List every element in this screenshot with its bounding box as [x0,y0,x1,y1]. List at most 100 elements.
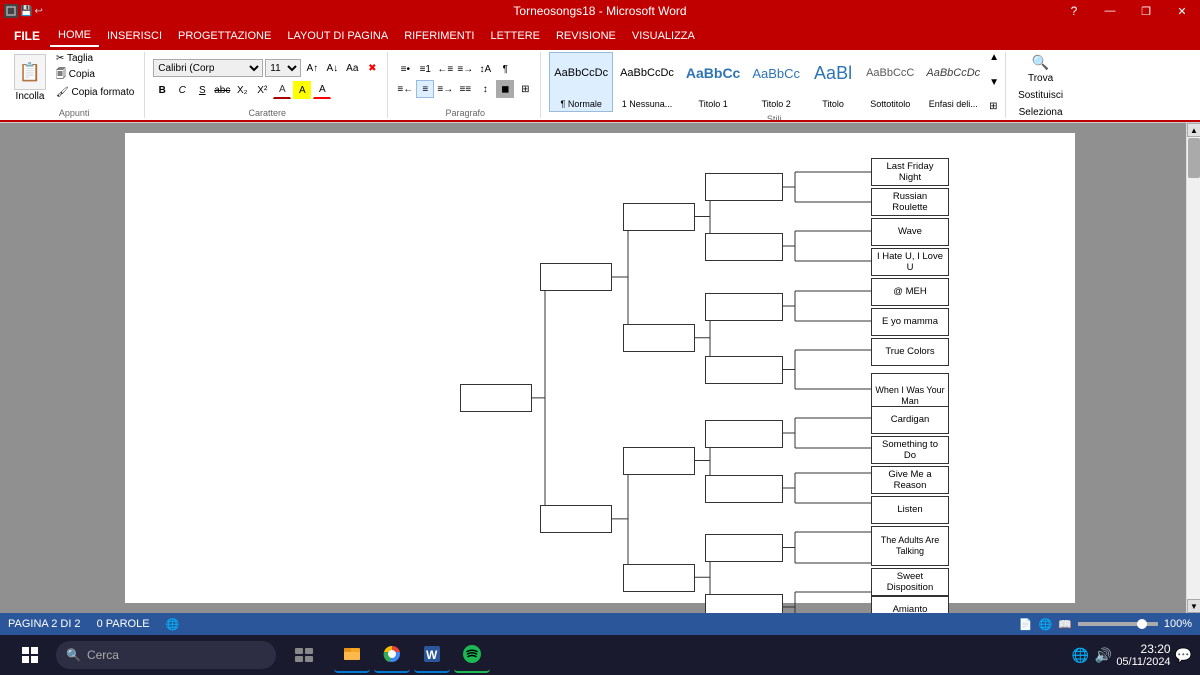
shrink-font-btn[interactable]: A↓ [323,59,341,77]
final-box [460,384,532,412]
start-button[interactable] [8,637,52,673]
page-count: PAGINA 2 DI 2 [8,618,81,630]
modifica-group: 🔍 Trova Sostituisci Seleziona Modifica [1008,52,1073,118]
window-controls[interactable]: ? — ❐ ✕ [1056,0,1200,22]
indent-decrease-btn[interactable]: ←≡ [436,60,454,78]
document-area[interactable]: Last Friday Night Russian Roulette Wave … [0,123,1200,613]
file-menu[interactable]: FILE [4,27,50,45]
borders-btn[interactable]: ⊞ [516,80,534,98]
r4-box-2 [540,505,612,533]
italic-btn[interactable]: C [173,81,191,99]
paragraph-group: ≡• ≡1 ←≡ ≡→ ↕A ¶ ≡← ≡ ≡→ ≡≡ ↕ ◼ ⊞ Paragr [390,52,541,118]
indent-increase-btn[interactable]: ≡→ [456,60,474,78]
cut-button[interactable]: ✂ Taglia [52,52,138,65]
styles-scroll-down[interactable]: ▼ [989,77,999,88]
subscript-btn[interactable]: X₂ [233,81,251,99]
styles-expand[interactable]: ⊞ [989,101,999,112]
underline-btn[interactable]: S [193,81,211,99]
style-enfasi[interactable]: AaBbCcDc Enfasi deli... [921,52,985,112]
style-titolo1[interactable]: AaBbCc Titolo 1 [681,52,745,112]
r2-box-6 [705,475,783,503]
justify-btn[interactable]: ≡≡ [456,80,474,98]
styles-scroll-up[interactable]: ▲ [989,52,999,63]
layout-menu[interactable]: LAYOUT DI PAGINA [279,26,396,46]
align-right-btn[interactable]: ≡→ [436,80,454,98]
case-btn[interactable]: Aa [343,59,361,77]
taskbar-clock[interactable]: 23:20 05/11/2024 [1116,642,1170,668]
style-sottotitolo[interactable]: AaBbCcC Sottotitolo [861,52,919,112]
minimize-btn[interactable]: — [1092,0,1128,22]
spotify-btn[interactable] [454,637,490,673]
highlight-btn[interactable]: A [293,81,311,99]
align-left-btn[interactable]: ≡← [396,80,414,98]
word-btn[interactable]: W [414,637,450,673]
home-menu[interactable]: HOME [50,25,99,47]
lettere-menu[interactable]: LETTERE [482,26,548,46]
bullets-btn[interactable]: ≡• [396,60,414,78]
style-nessuna[interactable]: AaBbCcDc 1 Nessuna... [615,52,679,112]
zoom-thumb[interactable] [1137,619,1147,629]
font-color-btn[interactable]: A [273,81,291,99]
paragraph-label: Paragrafo [446,108,486,118]
network-icon[interactable]: 🌐 [1071,647,1088,664]
r2-box-4 [705,356,783,384]
explorer-btn[interactable] [334,637,370,673]
format-button[interactable]: 🖌 Copia formato [52,86,138,99]
clear-format-btn[interactable]: ✖ [363,59,381,77]
font-top-row: Calibri (Corp 11 A↑ A↓ Aa ✖ [153,59,381,77]
notification-btn[interactable]: 💬 [1175,647,1192,664]
clipboard-group: 📋 Incolla ✂ Taglia 🗐 Copia 🖌 Copia forma… [4,52,145,118]
grow-font-btn[interactable]: A↑ [303,59,321,77]
style-titolo2[interactable]: AaBbCc Titolo 2 [747,52,805,112]
line-spacing-btn[interactable]: ↕ [476,80,494,98]
close-btn[interactable]: ✕ [1164,0,1200,22]
inserisci-menu[interactable]: INSERISCI [99,26,170,46]
vertical-scrollbar[interactable]: ▲ ▼ [1186,123,1200,613]
scroll-up-arrow[interactable]: ▲ [1187,123,1200,137]
sort-btn[interactable]: ↕A [476,60,494,78]
zoom-percent[interactable]: 100% [1164,618,1192,630]
taskbar-search[interactable]: 🔍 Cerca [56,641,276,669]
view-read-btn[interactable]: 📖 [1058,618,1072,631]
paste-icon: 📋 [14,54,46,90]
task-view-btn[interactable] [284,637,324,673]
scroll-thumb[interactable] [1188,138,1200,178]
font-group: Calibri (Corp 11 A↑ A↓ Aa ✖ B C S abc X₂ [147,52,388,118]
find-button[interactable]: 🔍 Trova [1014,52,1067,86]
font-name-selector[interactable]: Calibri (Corp [153,59,263,77]
language-icon[interactable]: 🌐 [166,618,180,631]
help-btn[interactable]: ? [1056,0,1092,22]
scroll-down-arrow[interactable]: ▼ [1187,599,1200,613]
copy-button[interactable]: 🗐 Copia [52,66,138,85]
superscript-btn[interactable]: X² [253,81,271,99]
revisione-menu[interactable]: REVISIONE [548,26,624,46]
zoom-slider[interactable] [1078,622,1158,626]
replace-button[interactable]: Sostituisci [1014,88,1067,103]
numbering-btn[interactable]: ≡1 [416,60,434,78]
clipboard-small-buttons: ✂ Taglia 🗐 Copia 🖌 Copia formato [52,52,138,99]
shading-btn[interactable]: ◼ [496,80,514,98]
bold-btn[interactable]: B [153,81,171,99]
strikethrough-btn[interactable]: abc [213,81,231,99]
style-normale[interactable]: AaBbCcDc ¶ Normale [549,52,613,112]
restore-btn[interactable]: ❐ [1128,0,1164,22]
select-button[interactable]: Seleziona [1014,105,1067,120]
show-marks-btn[interactable]: ¶ [496,60,514,78]
visualizza-menu[interactable]: VISUALIZZA [624,26,703,46]
paste-button[interactable]: 📋 Incolla [10,52,50,104]
progettazione-menu[interactable]: PROGETTAZIONE [170,26,279,46]
style-titolo[interactable]: AaBl Titolo [807,52,859,112]
view-print-btn[interactable]: 📄 [1019,618,1033,631]
song-box-5: @ MEH [871,278,949,306]
view-web-btn[interactable]: 🌐 [1038,618,1052,631]
song-box-9: Cardigan [871,406,949,434]
font-size-selector[interactable]: 11 [265,59,301,77]
volume-icon[interactable]: 🔊 [1095,647,1112,664]
styles-scroll-controls: ▲ ▼ ⊞ [989,52,999,112]
riferimenti-menu[interactable]: RIFERIMENTI [396,26,482,46]
text-color-btn[interactable]: A [313,81,331,99]
align-center-btn[interactable]: ≡ [416,80,434,98]
chrome-btn[interactable] [374,637,410,673]
r3-box-3 [623,447,695,475]
song-box-13: The Adults Are Talking [871,526,949,566]
